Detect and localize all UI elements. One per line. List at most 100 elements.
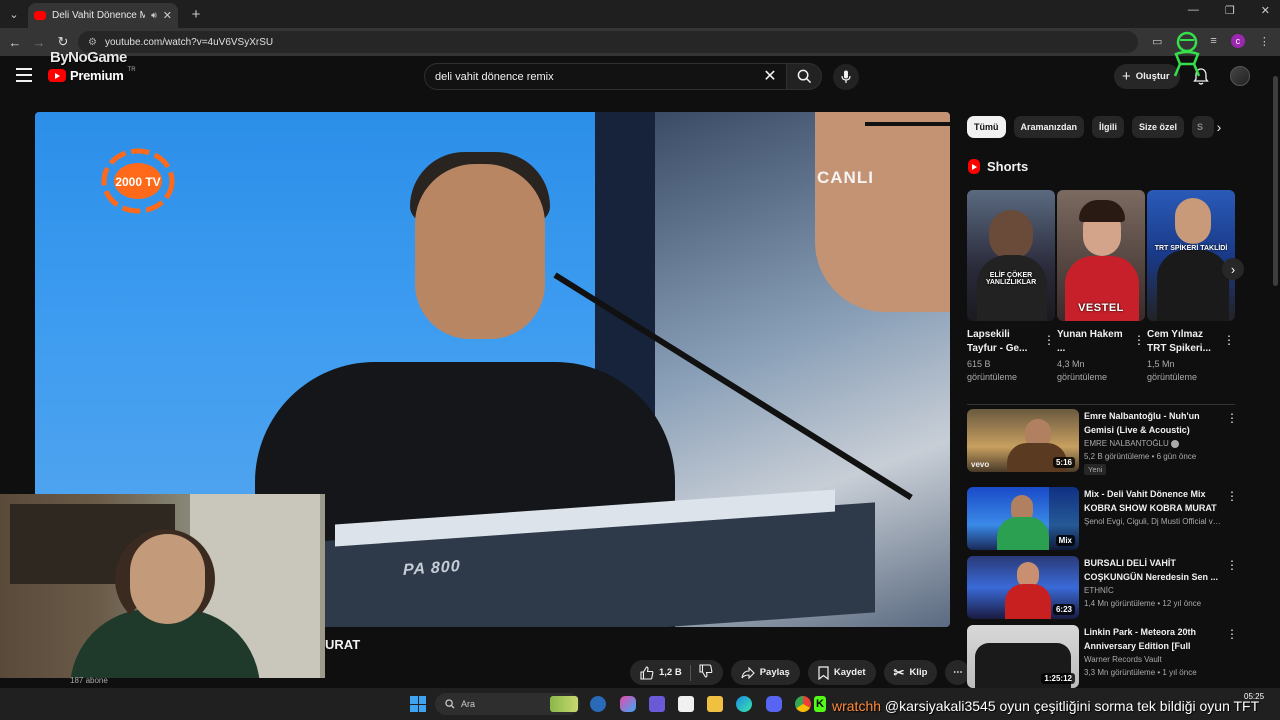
shorts-icon <box>968 159 980 174</box>
clip-button[interactable]: ✂ Klip <box>883 660 938 685</box>
video-meta: 3,3 Mn görüntüleme • 1 yıl önce <box>1084 668 1197 677</box>
youtube-play-icon <box>48 69 66 82</box>
store-icon[interactable] <box>678 696 694 712</box>
reading-list-icon[interactable]: ≡ <box>1210 35 1216 47</box>
dislike-button[interactable] <box>699 664 713 681</box>
channel-name: Warner Records Vault <box>1084 655 1162 664</box>
webcam-overlay <box>0 494 325 678</box>
profile-avatar[interactable]: c <box>1230 34 1245 48</box>
youtube-logo[interactable]: Premium TR <box>48 67 136 83</box>
browser-menu-icon[interactable]: ⋮ <box>1259 35 1270 48</box>
edge-icon[interactable] <box>736 696 752 712</box>
thumbs-down-icon <box>699 664 713 678</box>
video-title[interactable]: BURSALI DELİ VAHİT COŞKUNGÜN Neredesin S… <box>1084 556 1219 584</box>
video-meta: 5,2 B görüntüleme • 6 gün önce <box>1084 452 1197 461</box>
scrollbar-thumb[interactable] <box>1273 76 1278 286</box>
video-thumbnail[interactable]: Mix <box>967 487 1079 550</box>
chip-from-search[interactable]: Aramanızdan <box>1013 116 1085 138</box>
user-avatar[interactable] <box>1230 66 1250 86</box>
tab-search-dropdown[interactable]: ⌄ <box>4 4 24 24</box>
url-text: youtube.com/watch?v=4uV6VSyXrSU <box>104 36 274 48</box>
short-more-icon[interactable]: ⋮ <box>1133 333 1145 347</box>
clear-search-icon[interactable]: ✕ <box>762 67 778 85</box>
shorts-next-chevron-icon[interactable]: › <box>1222 258 1244 280</box>
youtube-header: Premium TR deli vahit dönence remix ✕ + … <box>0 56 1270 98</box>
chip-for-you[interactable]: Size özel <box>1132 116 1185 138</box>
recommended-video[interactable]: Mix Mix - Deli Vahit Dönence Mix KOBRA S… <box>967 487 1238 551</box>
live-label: CANLI <box>817 168 874 187</box>
more-options-icon[interactable]: ⋮ <box>1226 489 1238 503</box>
video-thumbnail[interactable]: vevo 5:16 <box>967 409 1079 472</box>
chrome-icon[interactable] <box>795 696 811 712</box>
chat-ticker: wratchh @karsiyakali3545 oyun çeşitliğin… <box>832 698 1259 714</box>
short-card[interactable]: ELİF ÇÖKER YANLIZLIKLAR Lapsekili Tayfur… <box>967 190 1055 384</box>
short-title[interactable]: Cem Yılmaz TRT Spikeri... <box>1147 328 1221 356</box>
more-options-icon[interactable]: ⋮ <box>1226 411 1238 425</box>
video-thumbnail[interactable]: 6:23 <box>967 556 1079 619</box>
windows-start-icon[interactable] <box>410 696 426 712</box>
short-card[interactable]: VESTEL Yunan Hakem ... 4,3 Mn görüntülem… <box>1057 190 1145 384</box>
video-thumbnail[interactable]: 1:25:12 <box>967 625 1079 688</box>
kick-icon[interactable]: K <box>814 696 826 712</box>
chips-next-chevron-icon[interactable]: › <box>1210 118 1228 136</box>
short-title[interactable]: Yunan Hakem ... <box>1057 328 1131 356</box>
like-button[interactable]: 1,2 B <box>640 665 682 680</box>
menu-icon[interactable] <box>16 68 32 82</box>
filter-chips: Tümü Aramanızdan İlgili Size özel S <box>967 116 1215 138</box>
back-icon[interactable]: ← <box>6 33 24 51</box>
tab-title: Deli Vahit Dönence Mix KOBRA <box>52 10 146 21</box>
page-scrollbar[interactable] <box>1271 56 1280 688</box>
short-thumbnail[interactable]: TRT SPİKERİ TAKLİDİ <box>1147 190 1235 321</box>
more-icon: ⋯ <box>953 667 963 678</box>
new-badge: Yeni <box>1084 464 1107 475</box>
video-title[interactable]: Linkin Park - Meteora 20th Anniversary E… <box>1084 625 1219 653</box>
recommended-video[interactable]: 1:25:12 Linkin Park - Meteora 20th Anniv… <box>967 625 1238 689</box>
tv-channel-logo: 2000 TV <box>101 148 175 214</box>
cast-icon[interactable]: ▭ <box>1152 35 1162 48</box>
channel-name: EMRE NALBANTOĞLU <box>1084 439 1224 448</box>
file-explorer-icon[interactable] <box>707 696 723 712</box>
minimize-button[interactable]: — <box>1188 4 1199 17</box>
ticker-username: wratchh <box>832 698 882 714</box>
chip-all[interactable]: Tümü <box>967 116 1006 138</box>
forward-icon[interactable]: → <box>30 33 48 51</box>
copilot-icon[interactable] <box>620 696 636 712</box>
subscriber-count: 187 abone <box>70 676 108 685</box>
new-tab-button[interactable]: + <box>186 4 206 24</box>
search-button[interactable] <box>786 63 822 90</box>
speaker-icon[interactable]: 🔊︎ <box>151 10 157 21</box>
more-options-icon[interactable]: ⋮ <box>1226 627 1238 641</box>
search-icon <box>797 69 811 84</box>
widgets-icon[interactable] <box>550 696 578 712</box>
short-title[interactable]: Lapsekili Tayfur - Ge... <box>967 328 1041 356</box>
task-view-icon[interactable] <box>590 696 606 712</box>
discord-icon[interactable] <box>766 696 782 712</box>
short-card[interactable]: TRT SPİKERİ TAKLİDİ Cem Yılmaz TRT Spike… <box>1147 190 1235 384</box>
chip-related[interactable]: İlgili <box>1092 116 1125 138</box>
voice-search-button[interactable] <box>833 64 859 90</box>
browser-tab[interactable]: Deli Vahit Dönence Mix KOBRA 🔊︎ ✕ <box>28 3 178 28</box>
short-thumbnail[interactable]: VESTEL <box>1057 190 1145 321</box>
recommended-video[interactable]: 6:23 BURSALI DELİ VAHİT COŞKUNGÜN Nerede… <box>967 556 1238 620</box>
video-title[interactable]: Mix - Deli Vahit Dönence Mix KOBRA SHOW … <box>1084 487 1219 515</box>
close-window-button[interactable]: ✕ <box>1261 4 1270 17</box>
share-button[interactable]: Paylaş <box>730 660 800 685</box>
search-input[interactable]: deli vahit dönence remix <box>424 63 788 90</box>
restore-button[interactable]: ❐ <box>1225 4 1235 17</box>
video-title[interactable]: Emre Nalbantoğlu - Nuh'un Gemisi (Live &… <box>1084 409 1219 437</box>
like-count: 1,2 B <box>659 667 682 678</box>
short-views: 615 B görüntüleme <box>967 359 1018 382</box>
recommended-video[interactable]: vevo 5:16 Emre Nalbantoğlu - Nuh'un Gemi… <box>967 409 1238 475</box>
share-icon <box>741 666 755 679</box>
save-button[interactable]: Kaydet <box>807 660 876 685</box>
address-bar[interactable]: ⚙ youtube.com/watch?v=4uV6VSyXrSU <box>78 31 1138 53</box>
close-tab-icon[interactable]: ✕ <box>163 9 172 22</box>
teams-icon[interactable] <box>649 696 665 712</box>
short-more-icon[interactable]: ⋮ <box>1043 333 1055 347</box>
shorts-heading: Shorts <box>987 159 1029 174</box>
site-info-icon[interactable]: ⚙ <box>88 37 97 48</box>
short-thumbnail[interactable]: ELİF ÇÖKER YANLIZLIKLAR <box>967 190 1055 321</box>
short-more-icon[interactable]: ⋮ <box>1223 333 1235 347</box>
more-options-icon[interactable]: ⋮ <box>1226 558 1238 572</box>
short-overlay-text: VESTEL <box>1078 302 1124 314</box>
